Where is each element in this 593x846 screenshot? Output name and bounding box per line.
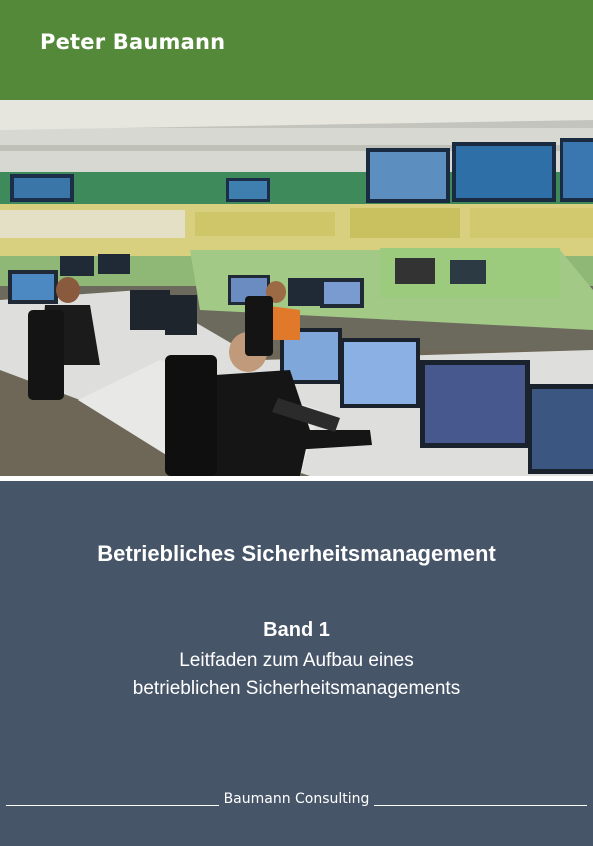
- volume-label: Band 1: [263, 619, 330, 641]
- publisher-name: Baumann Consulting: [223, 791, 370, 807]
- control-room-illustration: [0, 100, 593, 476]
- author-name: Peter Baumann: [40, 30, 226, 54]
- right-rule: [374, 793, 588, 806]
- author-header-band: Peter Baumann: [0, 0, 593, 100]
- book-title: Betriebliches Sicherheitsmanagement: [97, 541, 496, 566]
- cover-photo: [0, 100, 593, 476]
- publisher-row: Baumann Consulting: [6, 791, 588, 807]
- left-rule: [6, 793, 219, 806]
- subtitle-line-1: Leitfaden zum Aufbau eines: [179, 650, 414, 671]
- subtitle-line-2: betrieblichen Sicherheitsmanagements: [132, 678, 461, 699]
